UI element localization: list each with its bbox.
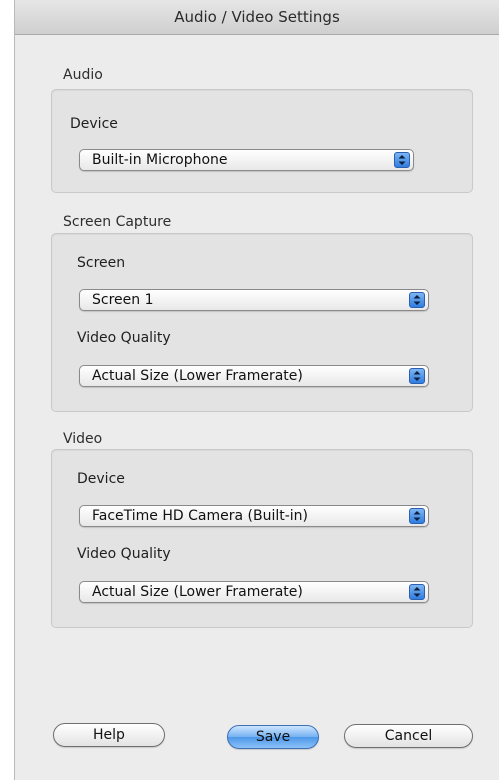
screen-popup[interactable]: Screen 1 [79, 289, 429, 311]
audio-group: Device Built-in Microphone [51, 89, 473, 193]
window-titlebar[interactable]: Audio / Video Settings [15, 0, 499, 35]
video-device-popup[interactable]: FaceTime HD Camera (Built-in) [79, 505, 429, 527]
audio-device-popup[interactable]: Built-in Microphone [79, 149, 414, 171]
audio-device-value: Built-in Microphone [92, 152, 228, 168]
screen-capture-section-label: Screen Capture [63, 214, 172, 230]
video-section-label: Video [63, 431, 103, 447]
video-device-value: FaceTime HD Camera (Built-in) [92, 508, 309, 524]
screen-capture-group: Screen Screen 1 Video Quality Actual Siz… [51, 233, 473, 412]
audio-section-label: Audio [63, 67, 103, 83]
settings-window: Audio / Video Settings Audio Device Buil… [14, 0, 499, 780]
screen-video-quality-popup[interactable]: Actual Size (Lower Framerate) [79, 365, 429, 387]
help-button[interactable]: Help [53, 723, 165, 747]
video-device-label: Device [77, 471, 125, 487]
save-button[interactable]: Save [227, 725, 319, 749]
video-group: Device FaceTime HD Camera (Built-in) Vid… [51, 449, 473, 628]
popup-arrows-icon [394, 152, 410, 168]
screen-value: Screen 1 [92, 292, 154, 308]
popup-arrows-icon [409, 584, 425, 600]
screen-video-quality-label: Video Quality [77, 330, 171, 346]
popup-arrows-icon [409, 292, 425, 308]
video-video-quality-value: Actual Size (Lower Framerate) [92, 584, 303, 600]
cancel-button[interactable]: Cancel [344, 724, 473, 748]
popup-arrows-icon [409, 508, 425, 524]
audio-device-label: Device [70, 116, 118, 132]
screen-label: Screen [77, 255, 126, 271]
popup-arrows-icon [409, 368, 425, 384]
video-video-quality-label: Video Quality [77, 546, 171, 562]
video-video-quality-popup[interactable]: Actual Size (Lower Framerate) [79, 581, 429, 603]
window-title: Audio / Video Settings [174, 8, 340, 26]
screen-video-quality-value: Actual Size (Lower Framerate) [92, 368, 303, 384]
